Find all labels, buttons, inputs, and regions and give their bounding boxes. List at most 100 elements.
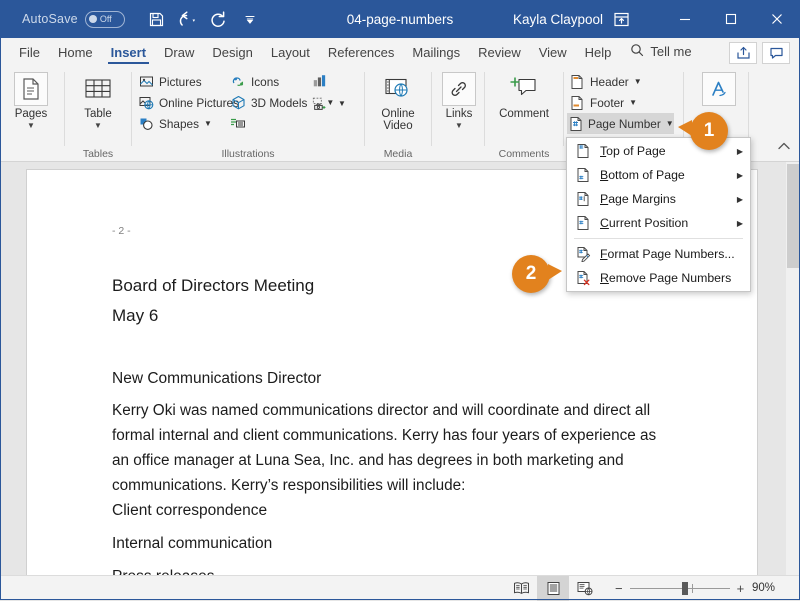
icons-icon bbox=[230, 74, 246, 90]
user-account-name[interactable]: Kayla Claypool bbox=[513, 0, 603, 38]
tab-design[interactable]: Design bbox=[203, 42, 261, 66]
ribbon-display-options-icon[interactable] bbox=[602, 0, 640, 38]
zoom-in-button[interactable]: + bbox=[737, 581, 745, 596]
smartart-button[interactable] bbox=[228, 113, 250, 134]
vertical-scrollbar[interactable] bbox=[786, 162, 800, 575]
pages-icon bbox=[14, 72, 48, 106]
undo-icon[interactable] bbox=[174, 6, 202, 32]
icons-button[interactable]: Icons bbox=[228, 71, 283, 92]
table-button[interactable]: Table ▼ bbox=[71, 72, 125, 130]
online-video-label: Online Video bbox=[371, 108, 425, 132]
pages-label: Pages bbox=[15, 108, 48, 120]
menu-item-label: Page Margins bbox=[600, 192, 676, 206]
chevron-down-icon[interactable]: ▼ bbox=[27, 121, 35, 130]
header-icon bbox=[569, 74, 585, 90]
minimize-icon[interactable] bbox=[662, 0, 708, 38]
menu-item-page-margins[interactable]: Page Margins ▶ bbox=[567, 187, 750, 211]
zoom-out-button[interactable]: − bbox=[615, 581, 623, 596]
document-heading-2: New Communications Director bbox=[112, 368, 321, 389]
chevron-down-icon[interactable]: ▼ bbox=[94, 121, 102, 130]
wordart-button[interactable] bbox=[692, 72, 746, 106]
menu-item-current-position[interactable]: Current Position ▶ bbox=[567, 211, 750, 235]
footer-button[interactable]: Footer ▼ bbox=[567, 92, 641, 113]
submenu-arrow-icon: ▶ bbox=[737, 195, 743, 204]
chevron-down-icon[interactable]: ▼ bbox=[629, 98, 637, 107]
tab-right-buttons bbox=[729, 42, 800, 66]
format-page-numbers-icon bbox=[573, 245, 593, 263]
tab-home[interactable]: Home bbox=[49, 42, 102, 66]
online-pictures-button[interactable]: Online Pictures bbox=[136, 92, 243, 113]
wordart-icon bbox=[702, 72, 736, 106]
new-comment-button[interactable]: Comment bbox=[497, 72, 551, 120]
web-layout-button[interactable] bbox=[569, 576, 601, 601]
share-icon[interactable] bbox=[729, 42, 757, 64]
tab-layout[interactable]: Layout bbox=[262, 42, 319, 66]
3d-models-icon bbox=[230, 95, 246, 111]
header-button[interactable]: Header ▼ bbox=[567, 71, 646, 92]
tab-mailings[interactable]: Mailings bbox=[403, 42, 469, 66]
new-comment-label: Comment bbox=[499, 108, 549, 120]
menu-item-bottom-of-page[interactable]: Bottom of Page ▶ bbox=[567, 163, 750, 187]
tab-review[interactable]: Review bbox=[469, 42, 530, 66]
chevron-down-icon[interactable]: ▼ bbox=[634, 77, 642, 86]
save-icon[interactable] bbox=[143, 6, 171, 32]
top-of-page-icon bbox=[573, 142, 593, 160]
tell-me-label: Tell me bbox=[650, 44, 691, 59]
menu-item-format-page-numbers[interactable]: Format Page Numbers... bbox=[567, 242, 750, 266]
group-label-tables: Tables bbox=[65, 148, 131, 160]
menu-item-label: Top of Page bbox=[600, 144, 666, 158]
chevron-down-icon[interactable]: ▼ bbox=[666, 119, 674, 128]
comment-icon[interactable] bbox=[762, 42, 790, 64]
zoom-percent-label[interactable]: 90% bbox=[752, 582, 775, 594]
maximize-icon[interactable] bbox=[708, 0, 754, 38]
document-list-item-1: Client correspondence bbox=[112, 500, 267, 521]
links-button[interactable]: Links ▼ bbox=[432, 72, 486, 130]
tab-view[interactable]: View bbox=[530, 42, 576, 66]
close-icon[interactable] bbox=[754, 0, 800, 38]
ribbon-group-tables: Table ▼ Tables bbox=[65, 66, 131, 162]
chevron-down-icon[interactable]: ▼ bbox=[204, 119, 212, 128]
online-video-button[interactable]: Online Video bbox=[371, 72, 425, 132]
autosave-toggle[interactable]: AutoSave Off bbox=[22, 11, 125, 28]
pictures-icon bbox=[138, 74, 154, 90]
document-paragraph: Kerry Oki was named communications direc… bbox=[112, 398, 672, 498]
header-label: Header bbox=[590, 75, 629, 89]
tab-references[interactable]: References bbox=[319, 42, 403, 66]
read-mode-button[interactable] bbox=[505, 576, 537, 601]
tab-draw[interactable]: Draw bbox=[155, 42, 203, 66]
chart-button[interactable] bbox=[310, 70, 332, 91]
shapes-button[interactable]: Shapes ▼ bbox=[136, 113, 216, 134]
word-window: AutoSave Off 04-page-numbers Kayla Clayp… bbox=[0, 0, 800, 600]
view-buttons bbox=[505, 576, 601, 601]
zoom-slider-thumb[interactable] bbox=[682, 582, 688, 595]
scrollbar-thumb[interactable] bbox=[787, 164, 799, 268]
pictures-button[interactable]: Pictures bbox=[136, 71, 206, 92]
tab-file[interactable]: File bbox=[10, 42, 49, 66]
menu-item-label: Remove Page Numbers bbox=[600, 271, 731, 285]
pages-button[interactable]: Pages ▼ bbox=[4, 72, 58, 130]
chevron-down-icon[interactable]: ▼ bbox=[338, 99, 346, 108]
tab-help[interactable]: Help bbox=[576, 42, 621, 66]
menu-item-remove-page-numbers[interactable]: Remove Page Numbers bbox=[567, 266, 750, 290]
bottom-of-page-icon bbox=[573, 166, 593, 184]
3d-models-label: 3D Models bbox=[251, 96, 307, 110]
page-number-button[interactable]: Page Number ▼ bbox=[567, 113, 674, 134]
print-layout-button[interactable] bbox=[537, 576, 569, 601]
chevron-down-icon[interactable]: ▼ bbox=[455, 121, 463, 130]
collapse-ribbon-icon[interactable] bbox=[776, 139, 792, 157]
redo-icon[interactable] bbox=[205, 6, 233, 32]
autosave-switch[interactable]: Off bbox=[85, 11, 125, 28]
menu-separator bbox=[574, 238, 743, 239]
screenshot-button[interactable]: ▼ bbox=[310, 93, 350, 114]
ribbon-group-links: Links ▼ bbox=[432, 66, 484, 162]
new-comment-icon bbox=[507, 72, 541, 106]
ribbon-group-media: Online Video Media bbox=[365, 66, 431, 162]
links-label: Links bbox=[446, 108, 473, 120]
footer-icon bbox=[569, 95, 585, 111]
page-number-dropdown-menu: Top of Page ▶ Bottom of Page ▶ Page Marg… bbox=[566, 137, 751, 292]
tell-me-search[interactable]: Tell me bbox=[620, 40, 699, 66]
tab-insert[interactable]: Insert bbox=[102, 42, 155, 66]
table-label: Table bbox=[84, 108, 112, 120]
customize-quick-access-toolbar-icon[interactable] bbox=[236, 6, 264, 32]
zoom-slider[interactable] bbox=[630, 588, 730, 589]
